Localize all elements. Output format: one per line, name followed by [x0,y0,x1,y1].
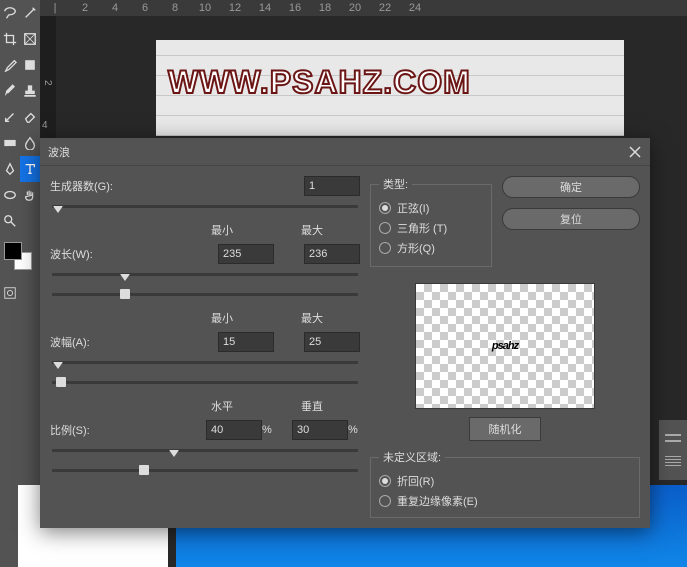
amplitude-slider-min[interactable] [52,358,358,368]
min-label-2: 最小 [192,310,252,326]
amplitude-slider-max[interactable] [52,378,358,388]
type-fieldset: 类型: 正弦(I) 三角形 (T) 方形(Q) [370,176,492,267]
zoom-icon[interactable] [0,208,20,234]
eraser-icon[interactable] [20,104,40,130]
wavelength-slider-min[interactable] [52,270,358,280]
scale-v-input[interactable] [292,420,348,440]
ok-button[interactable]: 确定 [502,176,640,198]
close-icon[interactable] [628,145,642,159]
amplitude-max-input[interactable] [304,332,360,352]
scale-label: 比例(S): [50,422,130,438]
preview-text: psahz [492,340,518,352]
panel-icon[interactable] [665,434,681,442]
preview-box: psahz [415,283,595,409]
generators-label: 生成器数(G): [50,178,130,194]
type-square-radio[interactable]: 方形(Q) [379,238,483,258]
gradient-icon[interactable] [0,130,20,156]
tool-palette [0,0,40,567]
type-icon[interactable] [20,156,40,182]
dialog-left-panel: 生成器数(G): 最小最大 波长(W): 最小最大 波幅(A): [50,176,360,528]
wavelength-label: 波长(W): [50,246,130,262]
vert-label: 垂直 [282,398,342,414]
brush-icon[interactable] [0,78,20,104]
document-canvas[interactable]: WWW.PSAHZ.COM [156,40,624,136]
undefined-area-fieldset: 未定义区域: 折回(R) 重复边缘像素(E) [370,449,640,518]
reset-button[interactable]: 复位 [502,208,640,230]
panel-menu-icon[interactable] [665,454,681,466]
scale-slider-v[interactable] [52,466,358,476]
type-legend: 类型: [379,176,412,192]
min-label: 最小 [192,222,252,238]
ruler-horizontal: |24681012141618202224 [40,0,687,16]
wavelength-min-input[interactable] [218,244,274,264]
undef-legend: 未定义区域: [379,449,445,465]
randomize-button[interactable]: 随机化 [469,417,541,441]
dialog-titlebar[interactable]: 波浪 [40,138,650,166]
patch-icon[interactable] [20,52,40,78]
generators-input[interactable] [304,176,360,196]
wavelength-slider-max[interactable] [52,290,358,300]
quickmask-icon[interactable] [0,280,20,306]
frame-icon[interactable] [20,26,40,52]
dialog-right-panel: 类型: 正弦(I) 三角形 (T) 方形(Q) 确定 复位 psahz 随机化 … [360,176,640,528]
color-swatches[interactable] [0,242,40,272]
undef-wrap-radio[interactable]: 折回(R) [379,471,631,491]
crop-icon[interactable] [0,26,20,52]
type-sine-radio[interactable]: 正弦(I) [379,198,483,218]
ruler-v-mark: 2 [42,80,53,86]
watermark-text: WWW.PSAHZ.COM [168,64,471,101]
stamp-icon[interactable] [20,78,40,104]
hand-icon[interactable] [20,182,40,208]
dialog-title: 波浪 [48,144,628,160]
horiz-label: 水平 [192,398,252,414]
fg-swatch[interactable] [4,242,22,260]
wand-icon[interactable] [20,0,40,26]
empty [20,208,40,234]
lasso-icon[interactable] [0,0,20,26]
blur-icon[interactable] [20,130,40,156]
wave-dialog: 波浪 生成器数(G): 最小最大 波长(W): 最小最大 波幅(A): [40,138,650,528]
scale-h-input[interactable] [206,420,262,440]
eyedropper-icon[interactable] [0,52,20,78]
scale-slider-h[interactable] [52,446,358,456]
type-triangle-radio[interactable]: 三角形 (T) [379,218,483,238]
pen-icon[interactable] [0,156,20,182]
wavelength-max-input[interactable] [304,244,360,264]
amplitude-label: 波幅(A): [50,334,130,350]
max-label-2: 最大 [282,310,342,326]
max-label: 最大 [282,222,342,238]
path-icon[interactable] [0,182,20,208]
amplitude-min-input[interactable] [218,332,274,352]
panel-dock[interactable] [659,420,687,480]
generators-slider[interactable] [52,202,358,212]
history-brush-icon[interactable] [0,104,20,130]
undef-repeat-radio[interactable]: 重复边缘像素(E) [379,491,631,511]
ruler-v-mark: 4 [42,120,48,131]
